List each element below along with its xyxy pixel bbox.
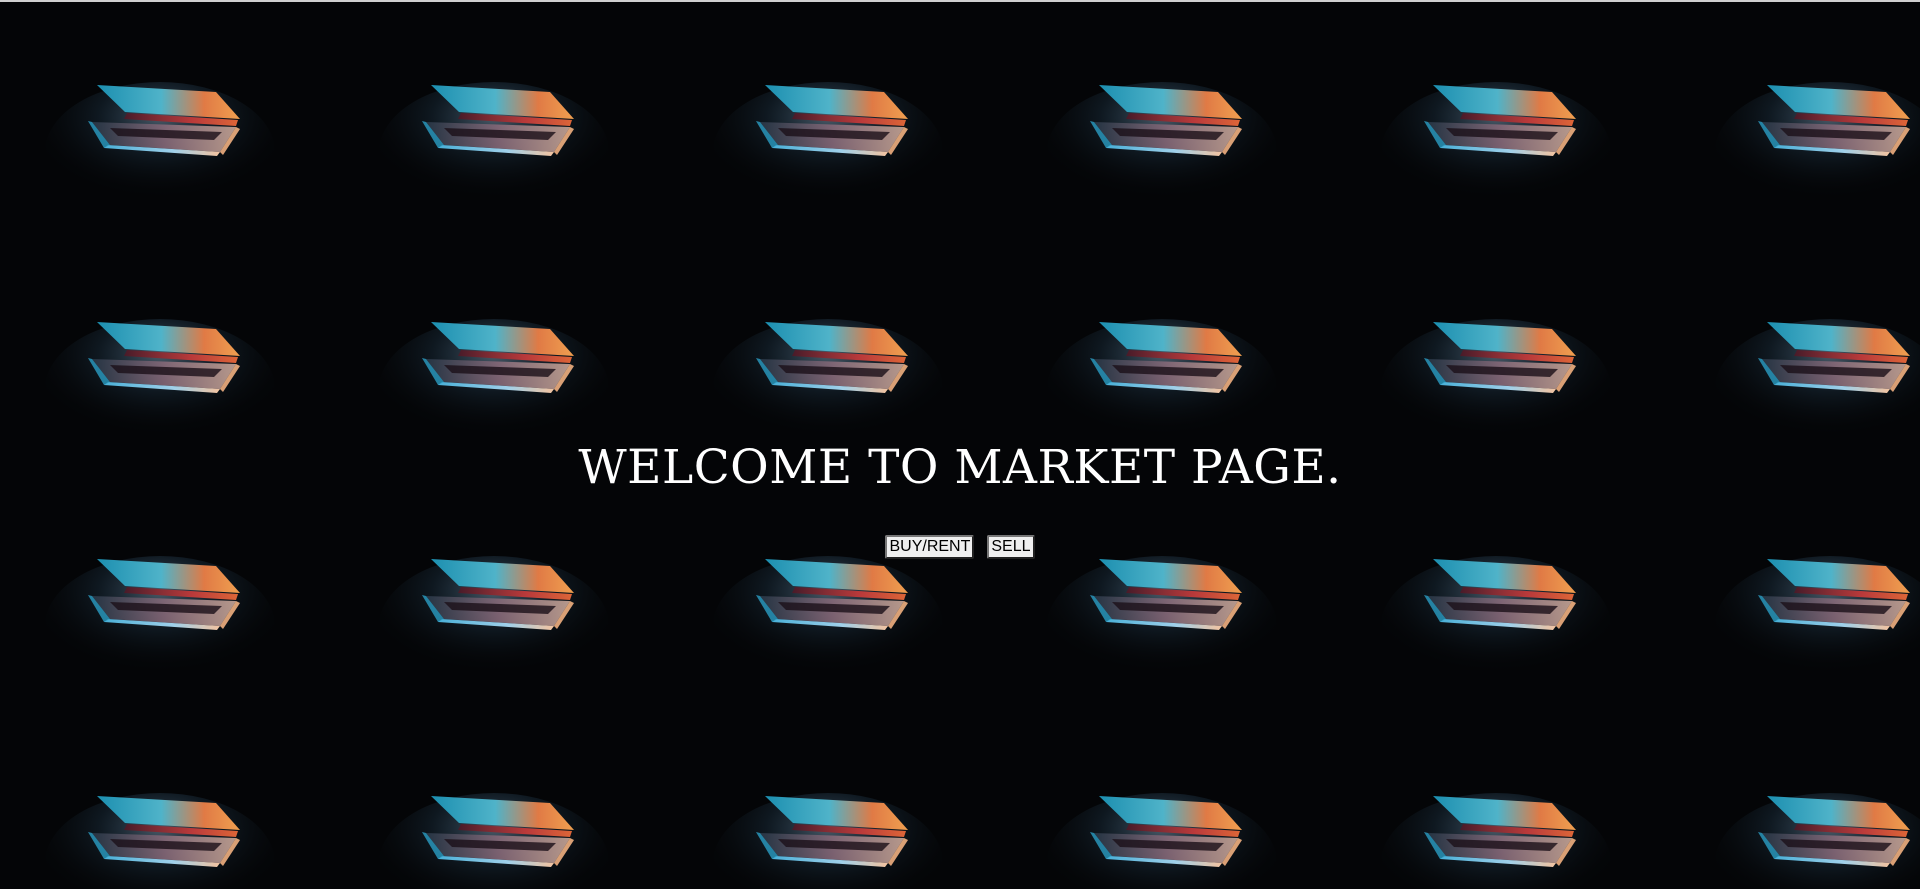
sell-button[interactable]: SELL [987, 535, 1035, 559]
page-title: WELCOME TO MARKET PAGE. [578, 440, 1342, 495]
main-content: WELCOME TO MARKET PAGE. BUY/RENT SELL [0, 0, 1920, 889]
buy-rent-button[interactable]: BUY/RENT [885, 535, 975, 559]
action-buttons: BUY/RENT SELL [0, 535, 1920, 559]
